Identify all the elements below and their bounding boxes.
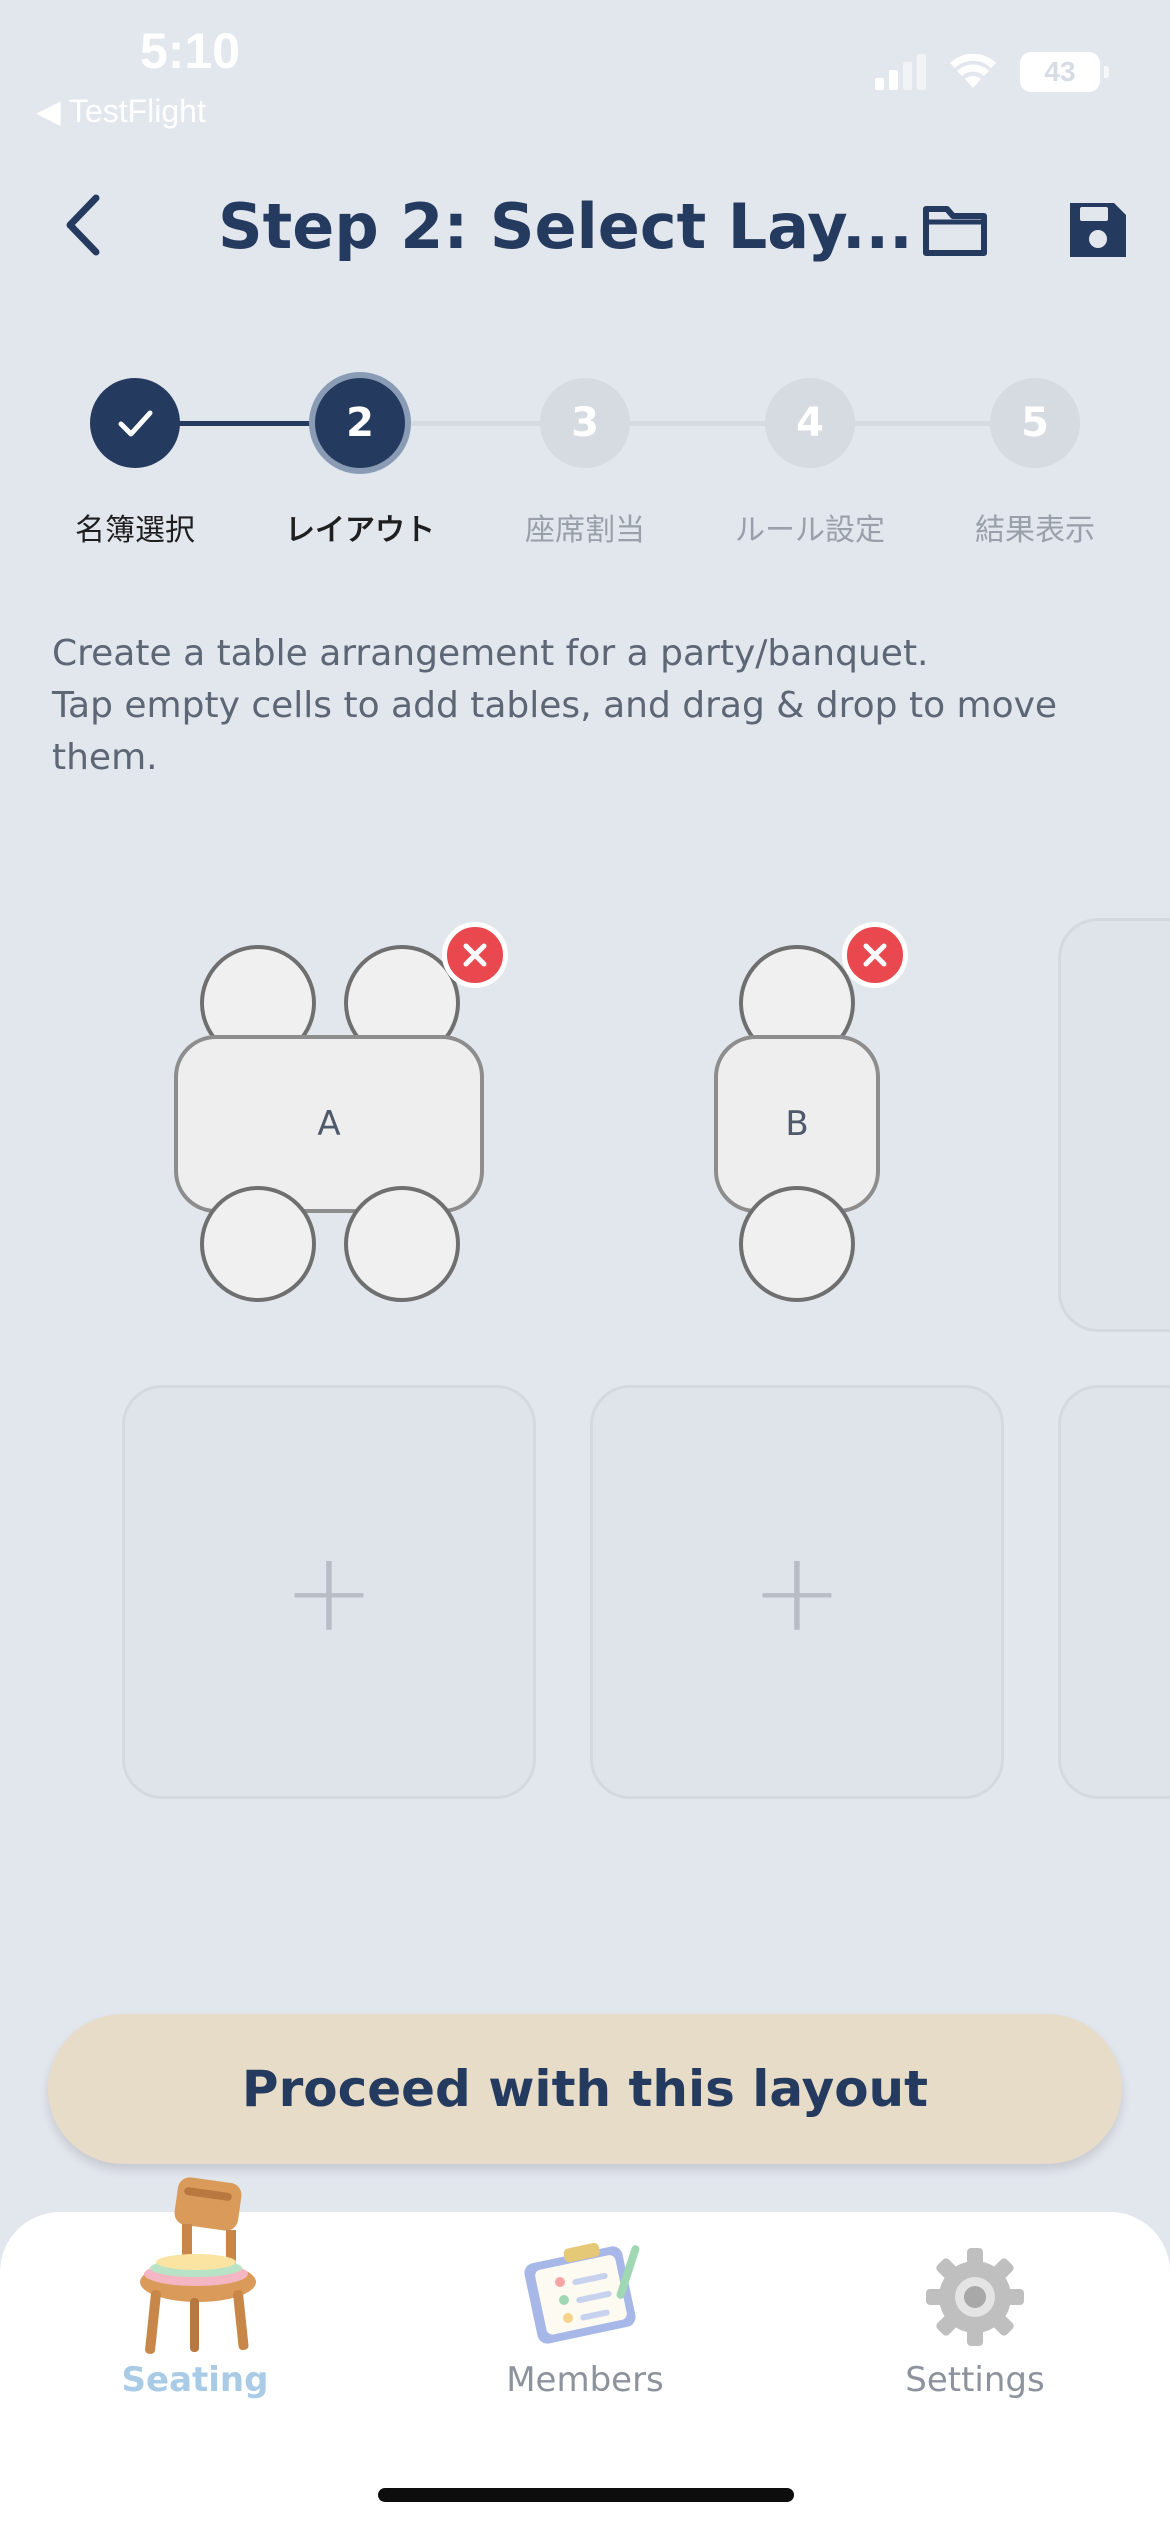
- tab-label: Members: [506, 2360, 664, 2400]
- signal-icon: [875, 54, 926, 90]
- status-time: 5:10: [140, 23, 241, 79]
- instructions-text: Create a table arrangement for a party/b…: [52, 628, 1152, 784]
- seat: [200, 1186, 316, 1302]
- clipboard-icon: [524, 2242, 640, 2344]
- step-3-label: 座席割当: [525, 513, 645, 548]
- seat: [739, 1186, 855, 1302]
- step-number: 3: [571, 400, 599, 446]
- chevron-left-icon: [66, 194, 100, 256]
- step-3-circle: 3: [540, 378, 630, 468]
- table-label: B: [785, 1104, 809, 1144]
- remove-table-button[interactable]: [842, 922, 908, 988]
- table-a[interactable]: A: [120, 900, 534, 1314]
- tab-label: Seating: [121, 2360, 269, 2400]
- step-number: 2: [346, 400, 374, 446]
- checkmark-icon: [118, 410, 153, 437]
- step-5-label: 結果表示: [975, 513, 1095, 548]
- tab-bar: Seating Members Settings: [0, 2177, 1170, 2532]
- step-number: 4: [796, 400, 824, 446]
- add-table-cell[interactable]: +: [590, 1385, 1004, 1799]
- step-number: 5: [1021, 400, 1049, 446]
- folder-icon: [923, 206, 987, 256]
- remove-table-button[interactable]: [442, 922, 508, 988]
- close-icon: [463, 943, 487, 967]
- save-button[interactable]: [1062, 195, 1132, 265]
- gear-icon: [926, 2248, 1024, 2346]
- step-4-label: ルール設定: [735, 513, 885, 548]
- plus-icon: +: [282, 1528, 376, 1656]
- add-table-cell[interactable]: [1058, 1385, 1170, 1799]
- table-top: A: [174, 1035, 484, 1213]
- table-label: A: [317, 1104, 341, 1144]
- step-indicator: 2 3 4 5 名簿選択 レイアウト 座席割当 ルール設定 結果表示: [0, 370, 1170, 550]
- seat: [344, 1186, 460, 1302]
- step-5-circle: 5: [990, 378, 1080, 468]
- close-icon: [863, 943, 887, 967]
- back-button[interactable]: [56, 190, 116, 260]
- step-4-circle: 4: [765, 378, 855, 468]
- battery-icon: 43: [1020, 52, 1109, 92]
- status-indicators: 43: [875, 52, 1109, 92]
- tab-settings[interactable]: Settings: [780, 2212, 1170, 2412]
- instructions-line: Tap empty cells to add tables, and drag …: [52, 685, 1058, 778]
- step-1-circle[interactable]: [90, 378, 180, 468]
- plus-icon: +: [750, 1528, 844, 1656]
- empty-cell[interactable]: [1058, 918, 1170, 1332]
- add-table-cell[interactable]: +: [122, 1385, 536, 1799]
- step-2-label: レイアウト: [285, 513, 435, 548]
- page-title: Step 2: Select Lay...: [218, 190, 913, 263]
- tab-seating[interactable]: Seating: [0, 2177, 390, 2412]
- home-indicator[interactable]: [378, 2488, 794, 2502]
- instructions-line: Create a table arrangement for a party/b…: [52, 633, 929, 674]
- open-folder-button[interactable]: [920, 195, 990, 265]
- proceed-button[interactable]: Proceed with this layout: [48, 2014, 1122, 2164]
- chair-icon: [140, 2177, 256, 2354]
- back-to-app-link[interactable]: ◀ TestFlight: [36, 92, 206, 130]
- step-1-label: 名簿選択: [75, 513, 195, 548]
- tab-label: Settings: [905, 2360, 1045, 2400]
- step-2-circle: 2: [315, 378, 405, 468]
- floppy-disk-icon: [1070, 203, 1126, 257]
- table-b[interactable]: B: [590, 900, 1004, 1314]
- tab-members[interactable]: Members: [390, 2212, 780, 2412]
- wifi-icon: [950, 54, 996, 88]
